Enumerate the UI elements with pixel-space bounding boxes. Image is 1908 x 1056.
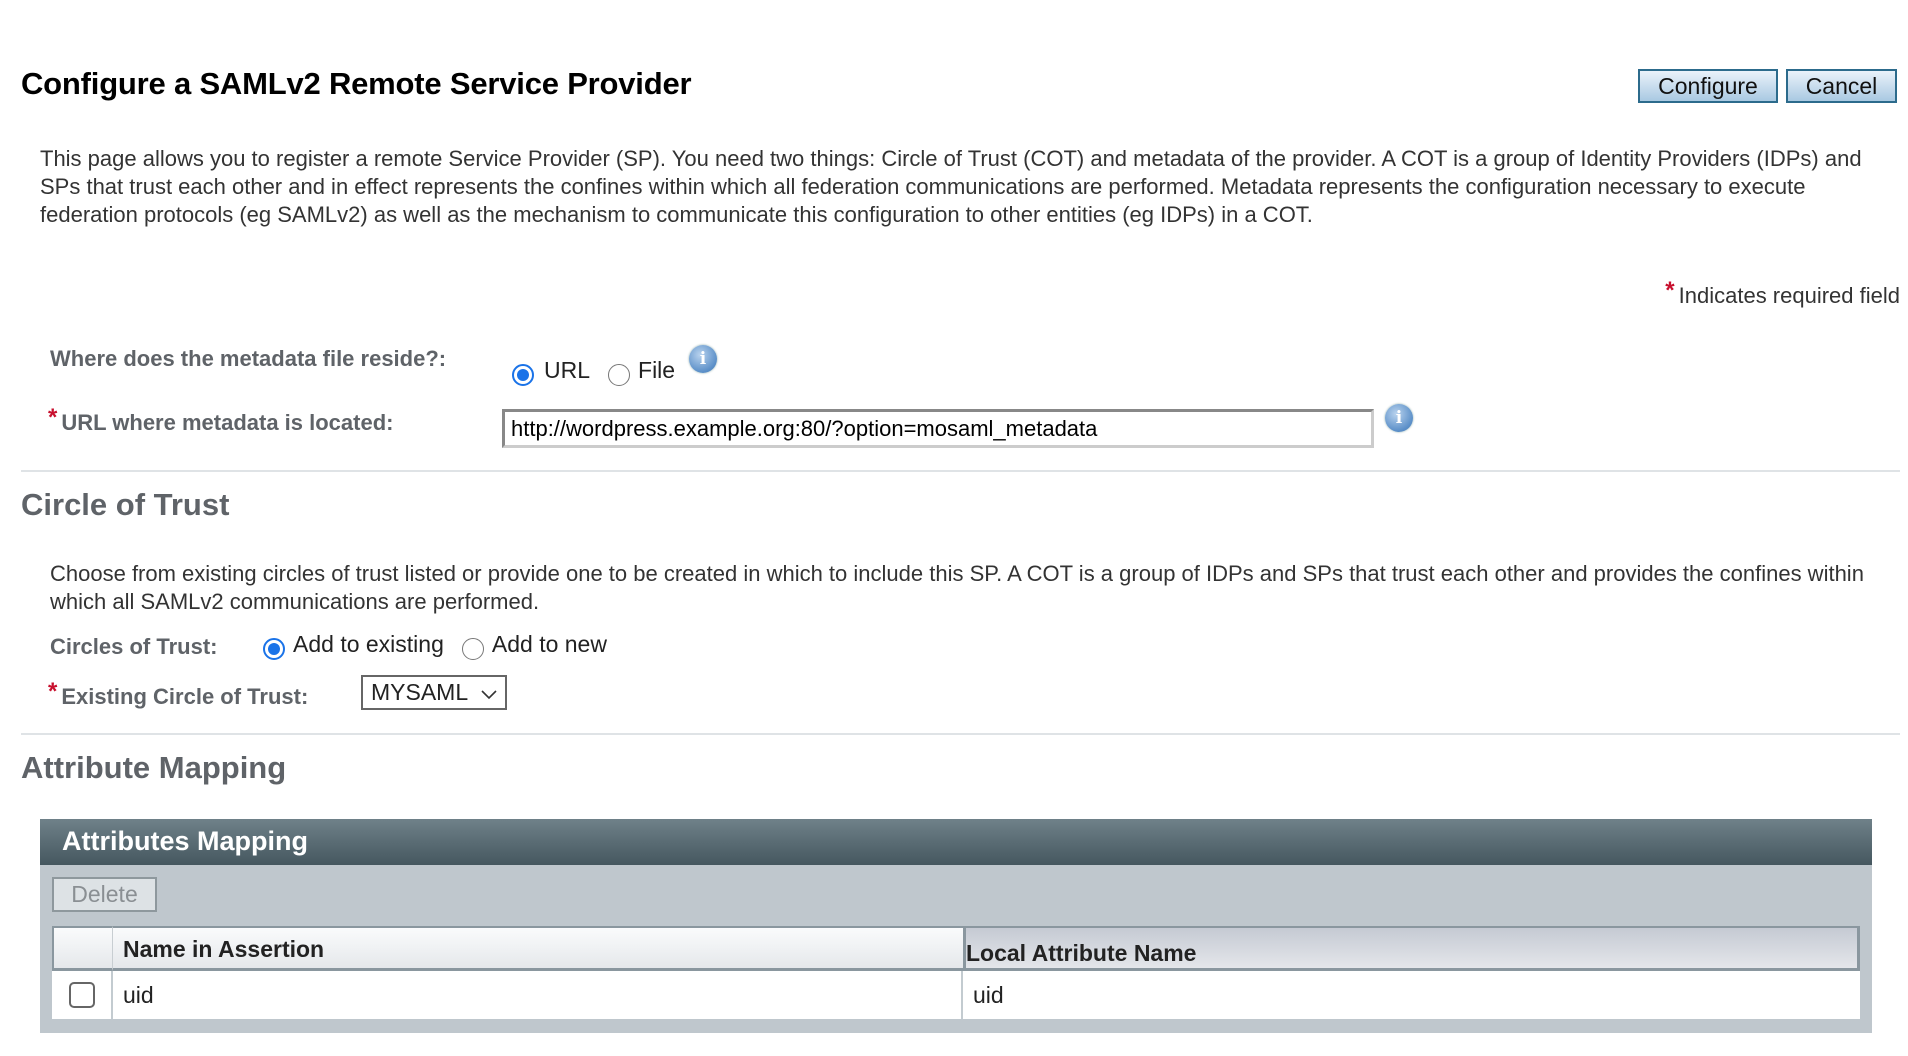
required-note-text: Indicates required field bbox=[1678, 283, 1900, 308]
configure-button[interactable]: Configure bbox=[1638, 69, 1778, 103]
section-divider bbox=[21, 470, 1900, 472]
cell-local-attribute-name: uid bbox=[973, 981, 1004, 1008]
info-icon[interactable]: i bbox=[1385, 404, 1413, 432]
section-divider bbox=[21, 733, 1900, 735]
circle-of-trust-heading: Circle of Trust bbox=[21, 487, 230, 522]
radio-file-label[interactable]: File bbox=[638, 357, 675, 384]
required-field-note: * Indicates required field bbox=[1665, 277, 1900, 311]
radio-add-to-new-label[interactable]: Add to new bbox=[492, 631, 607, 658]
column-header-name-in-assertion[interactable]: Name in Assertion bbox=[113, 926, 963, 971]
required-asterisk: * bbox=[1665, 277, 1675, 304]
existing-cot-label-text: Existing Circle of Trust: bbox=[61, 684, 309, 709]
cell-name-in-assertion: uid bbox=[113, 971, 963, 1019]
required-asterisk: * bbox=[48, 404, 58, 431]
radio-add-to-existing[interactable] bbox=[263, 638, 285, 660]
select-all-column-header[interactable] bbox=[52, 926, 113, 971]
circle-of-trust-description: Choose from existing circles of trust li… bbox=[50, 561, 1864, 614]
metadata-location-radio-group: URL File bbox=[512, 354, 675, 386]
existing-cot-select[interactable]: MYSAML bbox=[361, 675, 507, 710]
radio-add-to-existing-label[interactable]: Add to existing bbox=[293, 631, 444, 658]
page-title: Configure a SAMLv2 Remote Service Provid… bbox=[21, 66, 692, 101]
chevron-down-icon bbox=[481, 679, 497, 706]
table-header-row: Name in Assertion Local Attribute Name bbox=[52, 926, 1860, 971]
panel-header: Attributes Mapping bbox=[40, 819, 1872, 865]
circles-of-trust-label: Circles of Trust: bbox=[50, 634, 218, 659]
attributes-mapping-panel: Attributes Mapping Delete Name in Assert… bbox=[40, 819, 1872, 1033]
metadata-url-input[interactable] bbox=[502, 409, 1374, 448]
column-header-local-attribute-name[interactable]: Local Attribute Name bbox=[963, 926, 1860, 971]
url-field-label-text: URL where metadata is located: bbox=[61, 410, 394, 435]
attribute-mapping-heading: Attribute Mapping bbox=[21, 750, 287, 785]
cot-radio-group: Add to existing Add to new bbox=[263, 628, 607, 660]
existing-cot-label: * Existing Circle of Trust: bbox=[48, 678, 309, 712]
required-asterisk: * bbox=[48, 678, 58, 705]
delete-button[interactable]: Delete bbox=[52, 877, 157, 912]
radio-add-to-new[interactable] bbox=[461, 638, 484, 660]
row-checkbox[interactable] bbox=[68, 982, 95, 1008]
cancel-button[interactable]: Cancel bbox=[1786, 69, 1897, 103]
table-row: uid uid bbox=[52, 971, 1860, 1019]
radio-url-label[interactable]: URL bbox=[544, 357, 590, 384]
radio-file[interactable] bbox=[608, 364, 631, 386]
existing-cot-value: MYSAML bbox=[371, 679, 469, 705]
url-field-label: * URL where metadata is located: bbox=[48, 404, 394, 438]
metadata-location-label: Where does the metadata file reside?: bbox=[50, 346, 447, 371]
page-description: This page allows you to register a remot… bbox=[40, 146, 1862, 227]
radio-url[interactable] bbox=[512, 364, 534, 386]
info-icon[interactable]: i bbox=[689, 345, 717, 373]
row-select-cell bbox=[52, 971, 113, 1019]
panel-title: Attributes Mapping bbox=[62, 826, 308, 856]
